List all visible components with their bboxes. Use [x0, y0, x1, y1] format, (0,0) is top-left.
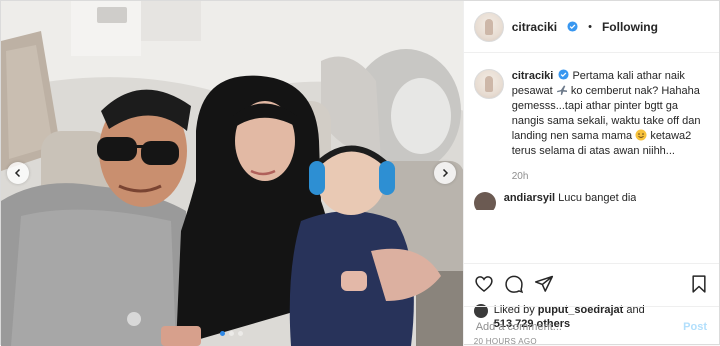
chevron-left-icon: [14, 168, 21, 178]
author-username[interactable]: citraciki: [512, 20, 557, 34]
post-actions: [463, 263, 719, 303]
carousel-dot: [229, 331, 235, 336]
carousel-dot: [238, 331, 244, 336]
verified-badge-icon: [558, 69, 569, 80]
chevron-right-icon: [442, 168, 449, 178]
post-side-panel: citraciki • Following citraciki Pertama …: [462, 1, 719, 346]
comment-input[interactable]: Add a comment...: [476, 321, 562, 333]
caption: citraciki Pertama kali athar naik pesawa…: [473, 69, 709, 182]
comments-area: citraciki Pertama kali athar naik pesawa…: [464, 53, 719, 263]
post-header: citraciki • Following: [463, 1, 719, 53]
bookmark-icon[interactable]: [689, 274, 709, 294]
author-avatar[interactable]: [473, 11, 504, 42]
carousel-indicator: [1, 331, 463, 336]
header-separator: •: [588, 20, 592, 33]
share-send-icon[interactable]: [534, 274, 554, 294]
next-photo-button[interactable]: [434, 162, 456, 184]
smiling-face-emoji-icon: [635, 129, 647, 141]
like-heart-icon[interactable]: [474, 274, 494, 294]
comment-text: andiarsyil Lucu banget dia: [504, 192, 637, 210]
caption-author-avatar[interactable]: [473, 69, 504, 99]
add-comment-bar: Add a comment... Post: [463, 306, 719, 346]
post-photo[interactable]: [1, 1, 463, 346]
comment-item: andiarsyil Lucu banget dia: [473, 192, 637, 210]
post-comment-button[interactable]: Post: [683, 321, 707, 333]
comment-body: Lucu banget dia: [558, 192, 637, 204]
caption-username[interactable]: citraciki: [512, 70, 554, 82]
previous-photo-button[interactable]: [7, 162, 29, 184]
commenter-avatar[interactable]: [473, 192, 496, 210]
commenter-username[interactable]: andiarsyil: [504, 192, 555, 204]
caption-text: citraciki Pertama kali athar naik pesawa…: [512, 69, 702, 159]
carousel-dot-active: [220, 331, 226, 336]
verified-badge-icon: [567, 21, 578, 32]
comment-bubble-icon[interactable]: [504, 274, 524, 294]
caption-timestamp[interactable]: 20h: [512, 171, 702, 182]
following-button[interactable]: Following: [602, 20, 658, 34]
airplane-cabin-photo: [1, 1, 463, 346]
instagram-post: citraciki • Following citraciki Pertama …: [0, 0, 720, 346]
airplane-emoji-icon: [556, 85, 567, 95]
